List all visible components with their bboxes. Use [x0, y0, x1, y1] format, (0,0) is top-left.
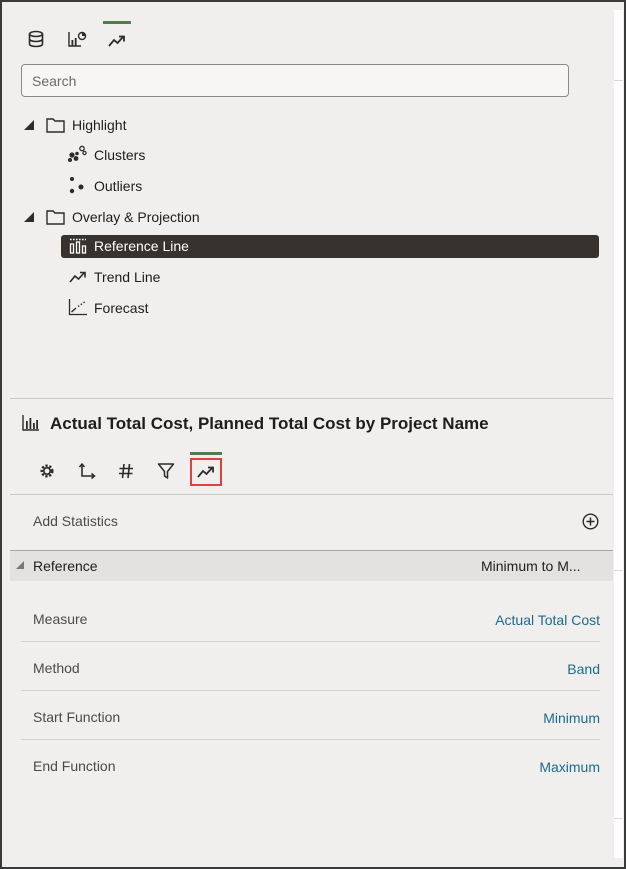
folder-icon [46, 118, 65, 133]
tree-item-outliers[interactable]: Outliers [94, 175, 142, 197]
tree-item-forecast[interactable]: Forecast [94, 297, 148, 319]
row-divider [21, 641, 600, 642]
measure-label: Measure [33, 611, 88, 627]
trend-arrow-icon [197, 466, 214, 478]
tree-group-label: Overlay & Projection [72, 209, 200, 225]
tree-item-label: Reference Line [94, 238, 189, 254]
hash-icon [119, 463, 133, 479]
outliers-icon [69, 177, 84, 194]
tree-item-reference-line[interactable]: Reference Line [94, 235, 189, 257]
tree-group-highlight[interactable]: Highlight [72, 114, 126, 136]
forecast-icon [68, 299, 87, 316]
tree-group-label: Highlight [72, 117, 127, 133]
tree-item-trend-line[interactable]: Trend Line [94, 266, 160, 288]
tree-item-label: Trend Line [94, 269, 161, 285]
tree-group-overlay-projection[interactable]: Overlay & Projection [72, 206, 200, 228]
axis-properties-tab[interactable] [71, 455, 103, 487]
add-statistics-label: Add Statistics [33, 513, 118, 529]
section-divider [10, 494, 613, 495]
end-function-label: End Function [33, 758, 116, 774]
folder-icon [46, 210, 65, 225]
data-tab[interactable] [22, 22, 50, 54]
reference-section-title: Reference [33, 558, 98, 574]
trend-arrow-icon [108, 35, 125, 47]
row-divider [21, 739, 600, 740]
visualization-title: Actual Total Cost, Planned Total Cost by… [50, 414, 489, 433]
tree-item-label: Outliers [94, 178, 143, 194]
collapse-triangle-icon[interactable] [23, 211, 35, 223]
add-circle-icon[interactable] [582, 513, 599, 530]
measure-value[interactable]: Actual Total Cost [495, 612, 600, 628]
search-input[interactable] [21, 64, 569, 97]
visualizations-tab[interactable] [63, 22, 91, 54]
chart-pie-icon [68, 31, 87, 47]
section-divider [10, 398, 613, 399]
method-label: Method [33, 660, 80, 676]
method-value[interactable]: Band [567, 661, 600, 677]
analytics-properties-tab[interactable] [190, 452, 222, 486]
start-function-value[interactable]: Minimum [543, 710, 600, 726]
analytics-tab[interactable] [103, 21, 131, 54]
number-format-tab[interactable] [110, 455, 142, 487]
filter-properties-tab[interactable] [150, 455, 182, 487]
gear-icon [40, 464, 54, 478]
database-icon [28, 30, 44, 48]
row-divider [21, 690, 600, 691]
bar-chart-icon [22, 415, 39, 431]
start-function-label: Start Function [33, 709, 121, 725]
collapse-triangle-icon[interactable] [15, 560, 25, 570]
general-properties-tab[interactable] [31, 455, 63, 487]
reference-section-summary: Minimum to M... [481, 558, 581, 574]
trend-line-icon [69, 271, 86, 283]
tree-item-clusters[interactable]: Clusters [94, 144, 145, 166]
tree-item-label: Clusters [94, 147, 146, 163]
panel-edge [614, 10, 623, 858]
tree-item-label: Forecast [94, 300, 149, 316]
filter-icon [157, 463, 175, 479]
axis-icon [78, 462, 96, 480]
collapse-triangle-icon[interactable] [23, 119, 35, 131]
end-function-value[interactable]: Maximum [539, 759, 600, 775]
reference-line-icon [69, 238, 87, 254]
clusters-icon [68, 145, 87, 162]
